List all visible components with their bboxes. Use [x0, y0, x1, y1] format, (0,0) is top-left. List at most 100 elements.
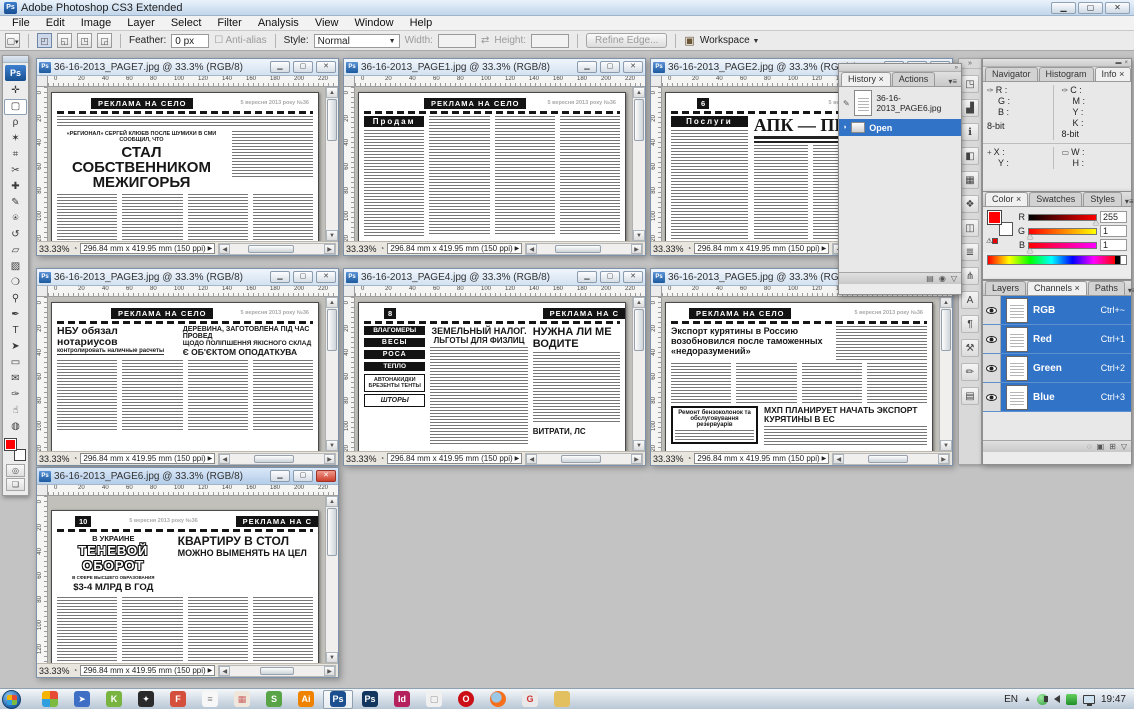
clone-stamp-tool[interactable]: ⍟ [4, 211, 27, 227]
horizontal-scrollbar[interactable]: ◀▶ [525, 242, 643, 255]
vertical-scrollbar[interactable]: ▲▼ [632, 297, 645, 451]
horizontal-ruler[interactable]: 0 20 40 60 80 100 120 140 160 180 200 220 [48, 286, 338, 297]
menu-view[interactable]: View [307, 17, 347, 29]
tab-info[interactable]: Info × [1094, 67, 1132, 81]
tab-color[interactable]: Color × [985, 192, 1029, 206]
document-window-page1[interactable]: Ps 36-16-2013_PAGE1.jpg @ 33.3% (RGB/8) … [343, 58, 646, 256]
language-indicator[interactable]: EN [1004, 694, 1018, 705]
green-slider[interactable] [1027, 227, 1097, 239]
foreground-color-swatch[interactable] [987, 210, 1002, 225]
document-dimensions[interactable]: 296.84 mm x 419.95 mm (150 ppi) ▶ [694, 453, 830, 464]
start-button[interactable] [2, 689, 21, 709]
lasso-tool[interactable]: ρ [4, 115, 27, 131]
delete-channel-icon[interactable]: ▽ [1121, 442, 1127, 451]
vertical-scrollbar[interactable]: ▲▼ [939, 297, 952, 451]
spot-healing-brush-tool[interactable]: ✚ [4, 179, 27, 195]
messenger-icon[interactable] [1065, 693, 1077, 705]
document-window-page3[interactable]: Ps 36-16-2013_PAGE3.jpg @ 33.3% (RGB/8) … [36, 268, 339, 466]
feather-input[interactable]: 0 px [171, 33, 210, 48]
save-selection-icon[interactable]: ▣ [1097, 442, 1105, 451]
horizontal-scrollbar[interactable]: ◀▶ [218, 664, 336, 677]
menu-layer[interactable]: Layer [119, 17, 163, 29]
load-selection-icon[interactable]: ◌ [1087, 442, 1092, 451]
collapse-icon[interactable]: ▬ [1115, 60, 1121, 66]
vertical-ruler[interactable]: 020406080100120140160180 [37, 496, 48, 663]
horizontal-ruler[interactable]: 0 20 40 60 80 100 120 140 160 180 200 220 [48, 76, 338, 87]
document-titlebar[interactable]: Ps 36-16-2013_PAGE1.jpg @ 33.3% (RGB/8) … [344, 59, 645, 76]
menu-select[interactable]: Select [163, 17, 210, 29]
close-button[interactable]: ✕ [316, 61, 336, 73]
channel-row-green[interactable]: Green Ctrl+2 [983, 354, 1131, 383]
document-titlebar[interactable]: Ps 36-16-2013_PAGE7.jpg @ 33.3% (RGB/8) … [37, 59, 338, 76]
tab-swatches[interactable]: Swatches [1029, 192, 1083, 206]
gamut-warning-icon[interactable]: ⚠ [986, 237, 999, 245]
red-value[interactable]: 255 [1100, 211, 1127, 223]
swatches-panel-icon[interactable]: ▦ [961, 171, 979, 189]
document-window-page5[interactable]: Ps 36-16-2013_PAGE5.jpg @ 33.3% (RGB/8) … [650, 268, 953, 466]
tab-channels[interactable]: Channels × [1027, 281, 1087, 295]
channels-panel-icon[interactable]: ≣ [961, 243, 979, 261]
vertical-scrollbar[interactable]: ▲▼ [325, 496, 338, 663]
maximize-button[interactable]: ▢ [600, 271, 620, 283]
delete-state-icon[interactable]: ▽ [951, 274, 957, 283]
visibility-toggle[interactable] [983, 354, 1001, 382]
document-dimensions[interactable]: 296.84 mm x 419.95 mm (150 ppi) ▶ [694, 243, 830, 254]
horizontal-ruler[interactable]: 0 20 40 60 80 100 120 140 160 180 200 220 [355, 286, 645, 297]
color-panel-icon[interactable]: ◧ [961, 147, 979, 165]
clock[interactable]: 19:47 [1101, 694, 1126, 705]
new-snapshot-icon[interactable]: ◉ [939, 274, 946, 283]
minimize-button[interactable]: ▁ [577, 61, 597, 73]
brush-tool[interactable]: ✎ [4, 195, 27, 211]
set-source-icon[interactable]: ✎ [843, 99, 850, 108]
app-close-button[interactable]: ✕ [1105, 1, 1130, 14]
bridge-icon[interactable]: ▣ [684, 34, 694, 47]
document-window-page4[interactable]: Ps 36-16-2013_PAGE4.jpg @ 33.3% (RGB/8) … [343, 268, 646, 466]
indesign-icon[interactable]: Id [387, 690, 417, 709]
zoom-level[interactable]: 33.33% [653, 454, 684, 464]
layer-comps-panel-icon[interactable]: ▤ [961, 387, 979, 405]
horizontal-scrollbar[interactable]: ◀▶ [218, 452, 336, 465]
canvas-viewport[interactable]: РЕКЛАМА НА СЕЛО 5 вересня 2013 року №36 Н… [48, 297, 325, 451]
vertical-ruler[interactable]: 020406080100120140160180 [651, 297, 662, 451]
horizontal-scrollbar[interactable]: ◀▶ [525, 452, 643, 465]
vertical-ruler[interactable]: 020406080100120140160180 [651, 87, 662, 241]
minimize-button[interactable]: ▁ [577, 271, 597, 283]
vertical-scrollbar[interactable]: ▲▼ [325, 297, 338, 451]
zoom-level[interactable]: 33.33% [39, 244, 70, 254]
illustrator-icon[interactable]: Ai [291, 690, 321, 709]
canvas-viewport[interactable]: РЕКЛАМА НА СЕЛО 5 вересня 2013 року №36 П… [355, 87, 632, 241]
document-titlebar[interactable]: Ps 36-16-2013_PAGE3.jpg @ 33.3% (RGB/8) … [37, 269, 338, 286]
document-window-page7[interactable]: Ps 36-16-2013_PAGE7.jpg @ 33.3% (RGB/8) … [36, 58, 339, 256]
refine-edge-button[interactable]: Refine Edge... [586, 33, 668, 48]
document-dimensions[interactable]: 296.84 mm x 419.95 mm (150 ppi) ▶ [387, 243, 523, 254]
layers-panel-icon[interactable]: ◫ [961, 219, 979, 237]
canvas-viewport[interactable]: 10 5 вересня 2013 року №36 РЕКЛАМА НА С В … [48, 496, 325, 663]
info-panel-icon[interactable]: ℹ [961, 123, 979, 141]
shield-app-icon[interactable]: ✦ [131, 690, 161, 709]
horizontal-ruler[interactable]: 0 20 40 60 80 100 120 140 160 180 200 220 [48, 485, 338, 496]
expand-dock-icon[interactable]: » [959, 59, 981, 69]
document-window-page6[interactable]: Ps 36-16-2013_PAGE6.jpg @ 33.3% (RGB/8) … [36, 467, 339, 678]
tab-paths[interactable]: Paths [1087, 281, 1125, 295]
menu-file[interactable]: File [4, 17, 38, 29]
quick-selection-tool[interactable]: ✶ [4, 131, 27, 147]
zoom-tool[interactable]: ◍ [4, 419, 27, 435]
tab-history[interactable]: History × [841, 72, 891, 86]
visibility-toggle[interactable] [983, 325, 1001, 353]
add-to-selection-button[interactable]: ◱ [57, 33, 72, 48]
slice-tool[interactable]: ✂ [4, 163, 27, 179]
height-input[interactable] [531, 33, 570, 48]
maximize-button[interactable]: ▢ [293, 470, 313, 482]
close-button[interactable]: ✕ [316, 271, 336, 283]
dodge-tool[interactable]: ⚲ [4, 291, 27, 307]
hand-tool[interactable]: ☝ [4, 403, 27, 419]
tab-histogram[interactable]: Histogram [1038, 67, 1094, 81]
document-dimensions[interactable]: 296.84 mm x 419.95 mm (150 ppi) ▶ [387, 453, 523, 464]
horizontal-scrollbar[interactable]: ◀▶ [218, 242, 336, 255]
horizontal-scrollbar[interactable]: ◀▶ [832, 452, 950, 465]
brushes-panel-icon[interactable]: ✏ [961, 363, 979, 381]
foreground-color-swatch[interactable] [4, 438, 17, 451]
canvas-viewport[interactable]: РЕКЛАМА НА СЕЛО 5 вересня 2013 року №36 Э… [662, 297, 939, 451]
close-button[interactable]: ✕ [316, 470, 336, 482]
folder-icon[interactable] [547, 690, 577, 709]
